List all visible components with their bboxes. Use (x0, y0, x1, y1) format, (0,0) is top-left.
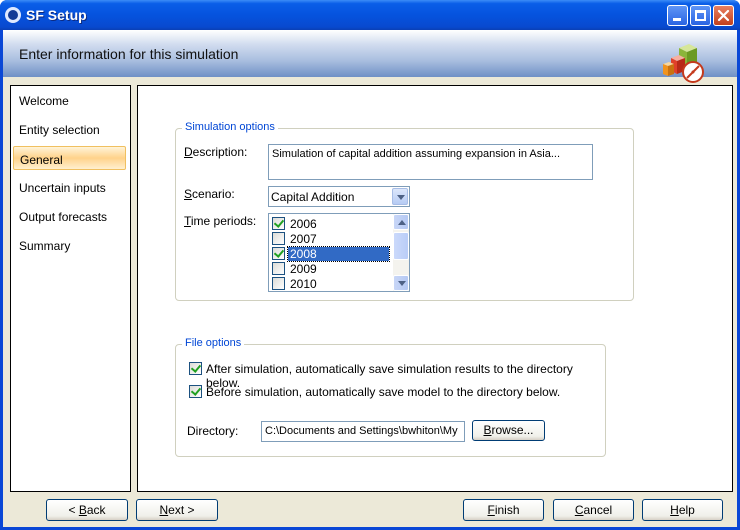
description-field[interactable]: Simulation of capital addition assuming … (268, 144, 593, 180)
close-icon (717, 9, 730, 22)
next-button[interactable]: Next > (136, 499, 218, 521)
nav-item-label: General (20, 153, 63, 167)
time-period-checkbox[interactable] (272, 217, 285, 230)
cancel-button[interactable]: Cancel (553, 499, 634, 521)
scroll-up-button[interactable] (393, 214, 409, 230)
scenario-dropdown-button[interactable] (392, 188, 408, 205)
close-button[interactable] (713, 5, 734, 26)
chevron-down-icon (398, 281, 406, 286)
after-simulation-checkbox[interactable] (189, 362, 202, 375)
nav-item-summary[interactable]: Summary (13, 233, 126, 257)
time-period-item[interactable]: 2009 (271, 261, 391, 276)
header-banner: Enter information for this simulation (3, 30, 737, 83)
time-periods-label: Time periods: (184, 214, 257, 228)
time-period-item[interactable]: 2010 (271, 276, 391, 291)
time-period-item[interactable]: 2008 (271, 246, 391, 262)
blocks-compass-logo-icon (663, 44, 704, 83)
browse-button[interactable]: Browse... (472, 420, 545, 441)
nav-item-output-forecasts[interactable]: Output forecasts (13, 204, 126, 228)
scroll-thumb[interactable] (393, 232, 409, 260)
nav-item-label: Welcome (19, 94, 69, 108)
scroll-down-button[interactable] (393, 275, 409, 291)
dialog-client-area: Enter information for this simulation We… (3, 30, 737, 527)
nav-item-label: Summary (19, 239, 71, 253)
window-title: SF Setup (26, 7, 87, 23)
time-periods-list[interactable]: 2006 2007 2008 2009 2010 (268, 213, 410, 292)
help-button[interactable]: Help (642, 499, 723, 521)
time-period-checkbox[interactable] (272, 232, 285, 245)
simulation-options-group: Simulation options Description: Simulati… (175, 121, 634, 301)
sf-setup-window: SF Setup Enter information for this simu… (0, 0, 740, 530)
time-period-checkbox[interactable] (272, 277, 285, 290)
file-options-legend: File options (182, 337, 245, 349)
back-button[interactable]: < Back (46, 499, 128, 521)
nav-item-general[interactable]: General (13, 146, 126, 170)
directory-field[interactable]: C:\Documents and Settings\bwhiton\My (261, 421, 465, 442)
time-period-item[interactable]: 2006 (271, 216, 391, 231)
main-content-panel: Simulation options Description: Simulati… (137, 85, 733, 492)
before-simulation-checkbox[interactable] (189, 385, 202, 398)
app-icon[interactable] (5, 7, 21, 23)
nav-item-entity-selection[interactable]: Entity selection (13, 117, 126, 141)
description-label: Description: (184, 145, 248, 159)
time-period-checkbox[interactable] (272, 247, 285, 260)
chevron-up-icon (398, 220, 406, 225)
minimize-icon (673, 18, 681, 21)
directory-label: Directory: (187, 424, 239, 438)
scenario-label: Scenario: (184, 187, 235, 201)
time-periods-scrollbar[interactable] (393, 214, 409, 291)
chevron-down-icon (397, 195, 405, 200)
time-period-checkbox[interactable] (272, 262, 285, 275)
banner-heading: Enter information for this simulation (19, 46, 239, 62)
steps-nav-panel: Welcome Entity selection General Uncerta… (10, 85, 131, 492)
maximize-button[interactable] (690, 5, 711, 26)
before-simulation-label[interactable]: Before simulation, automatically save mo… (206, 385, 560, 399)
nav-item-welcome[interactable]: Welcome (13, 88, 126, 112)
nav-item-uncertain-inputs[interactable]: Uncertain inputs (13, 175, 126, 199)
time-period-item[interactable]: 2007 (271, 231, 391, 246)
nav-item-label: Entity selection (19, 123, 100, 137)
scenario-value: Capital Addition (271, 190, 355, 204)
title-bar[interactable]: SF Setup (0, 0, 740, 30)
finish-button[interactable]: Finish (463, 499, 544, 521)
scenario-dropdown[interactable]: Capital Addition (268, 186, 410, 207)
simulation-options-legend: Simulation options (182, 121, 278, 133)
nav-item-label: Uncertain inputs (19, 181, 106, 195)
maximize-icon (695, 10, 706, 21)
file-options-group: File options After simulation, automatic… (175, 337, 606, 457)
minimize-button[interactable] (667, 5, 688, 26)
nav-item-label: Output forecasts (19, 210, 108, 224)
